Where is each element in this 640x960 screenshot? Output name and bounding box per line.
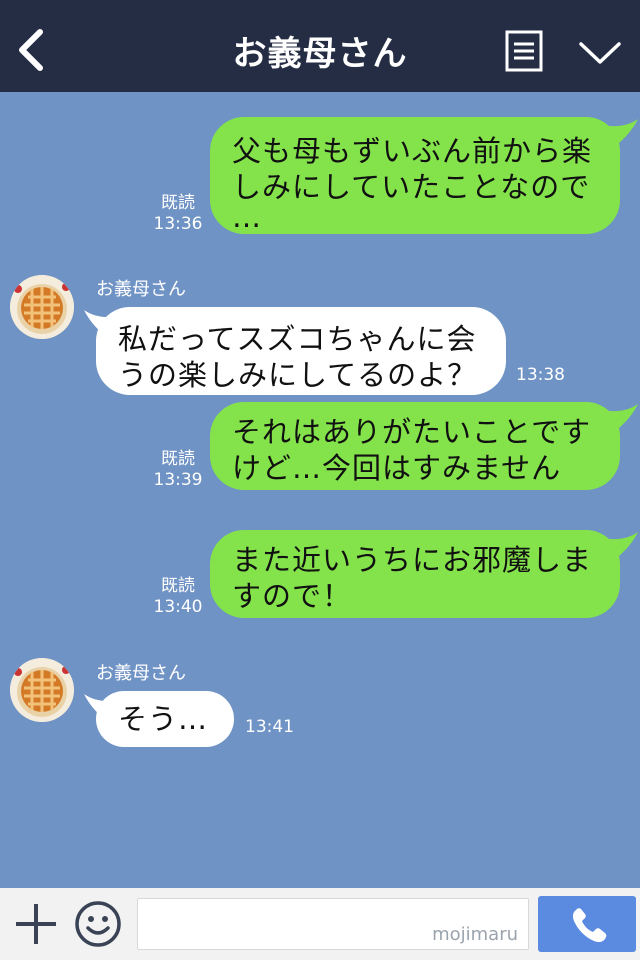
chat-area[interactable]: 既読 13:36 父も母もずいぶん前から楽 しみにしていたことなので … お義母… (0, 92, 640, 888)
outgoing-bubble[interactable]: それはありがたいことです けど…今回はすみません (210, 402, 620, 490)
message-line: そう… (118, 702, 209, 736)
message-time: 13:41 (245, 717, 294, 737)
read-label: 既読 (161, 449, 195, 469)
message-line: また近いうちにお邪魔しま (232, 543, 593, 577)
pie-avatar-icon (10, 275, 74, 339)
watermark: mojimaru (432, 924, 518, 945)
bubble-tail (600, 404, 638, 432)
pie-avatar-icon (10, 658, 74, 722)
avatar[interactable] (10, 275, 74, 339)
sender-name: お義母さん (96, 279, 186, 300)
message-time: 13:38 (516, 365, 565, 385)
outgoing-bubble[interactable]: また近いうちにお邪魔しま すので！ (210, 530, 620, 618)
message-line: 父も母もずいぶん前から楽 (232, 134, 593, 168)
message-line: 私だってスズコちゃんに会 (118, 322, 477, 356)
message-line: … (232, 200, 262, 234)
chevron-down-icon[interactable] (578, 38, 622, 68)
read-label: 既読 (161, 576, 195, 596)
sender-name: お義母さん (96, 663, 186, 684)
read-receipt: 既読 13:36 (148, 193, 208, 235)
message-line: それはありがたいことです (232, 415, 592, 449)
message-line: けど…今回はすみません (232, 451, 562, 485)
avatar[interactable] (10, 658, 74, 722)
read-receipt: 既読 13:40 (148, 576, 208, 618)
chat-title: お義母さん (232, 34, 408, 74)
call-button[interactable] (538, 896, 636, 952)
incoming-bubble[interactable]: そう… (96, 691, 234, 747)
bubble-tail (600, 119, 638, 147)
read-receipt: 既読 13:39 (148, 449, 208, 491)
outgoing-bubble[interactable]: 父も母もずいぶん前から楽 しみにしていたことなので … (210, 117, 620, 234)
phone-icon (572, 908, 607, 943)
chat-header: お義母さん (0, 0, 640, 92)
menu-icon[interactable] (505, 30, 543, 72)
message-time: 13:39 (153, 470, 203, 490)
bubble-tail (600, 532, 638, 560)
message-line: しみにしていたことなので (232, 170, 591, 204)
message-input-bar: mojimaru (0, 888, 640, 960)
message-time: 13:36 (153, 214, 203, 234)
message-line: すので！ (232, 579, 353, 613)
read-label: 既読 (161, 193, 195, 213)
message-input[interactable]: mojimaru (137, 898, 529, 950)
message-time: 13:40 (153, 597, 203, 617)
incoming-bubble[interactable]: 私だってスズコちゃんに会 うの楽しみにしてるのよ？ (96, 307, 506, 395)
plus-icon[interactable] (14, 902, 58, 946)
smile-icon[interactable] (74, 900, 122, 948)
message-line: うの楽しみにしてるのよ？ (118, 358, 478, 392)
